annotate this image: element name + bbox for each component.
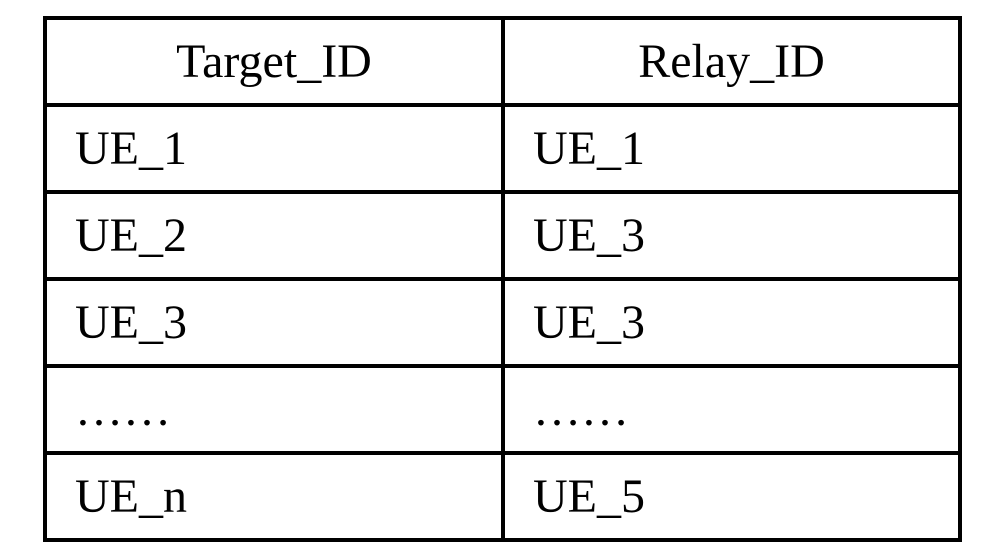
cell-relay-id: …… — [503, 366, 960, 453]
cell-relay-id: UE_1 — [503, 105, 960, 192]
table-header-row: Target_ID Relay_ID — [45, 18, 960, 105]
table-row: …… …… — [45, 366, 960, 453]
table-row: UE_2 UE_3 — [45, 192, 960, 279]
id-mapping-table: Target_ID Relay_ID UE_1 UE_1 UE_2 UE_3 U… — [43, 16, 962, 542]
cell-target-id: UE_3 — [45, 279, 503, 366]
cell-target-id: …… — [45, 366, 503, 453]
cell-target-id: UE_2 — [45, 192, 503, 279]
cell-relay-id: UE_3 — [503, 192, 960, 279]
table-row: UE_n UE_5 — [45, 453, 960, 540]
header-relay-id: Relay_ID — [503, 18, 960, 105]
cell-target-id: UE_n — [45, 453, 503, 540]
cell-relay-id: UE_5 — [503, 453, 960, 540]
cell-target-id: UE_1 — [45, 105, 503, 192]
cell-relay-id: UE_3 — [503, 279, 960, 366]
table-row: UE_3 UE_3 — [45, 279, 960, 366]
page: Target_ID Relay_ID UE_1 UE_1 UE_2 UE_3 U… — [0, 0, 1000, 533]
table-row: UE_1 UE_1 — [45, 105, 960, 192]
header-target-id: Target_ID — [45, 18, 503, 105]
